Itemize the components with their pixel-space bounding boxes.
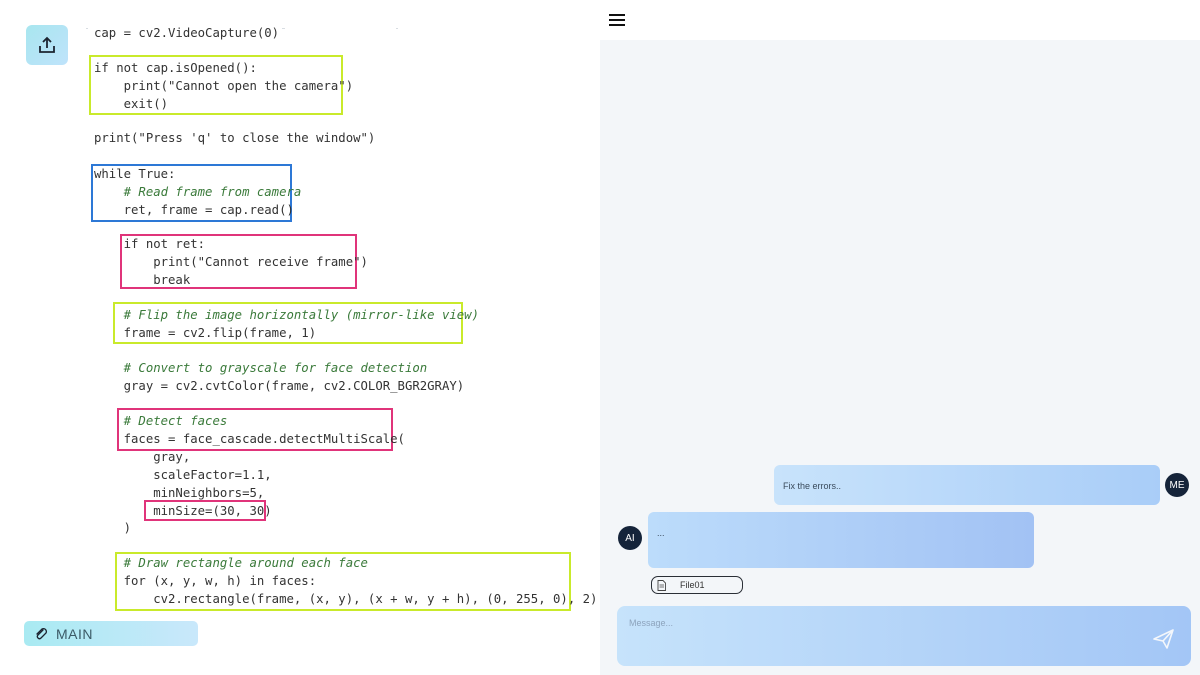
code-line: minNeighbors=5, [94, 486, 265, 500]
left-panel: cap = cv2.VideoCapture(0) if not cap.isO… [0, 0, 600, 675]
chat-header [600, 0, 1200, 40]
code-line: print("Cannot open the camera") [94, 79, 354, 93]
upload-button[interactable] [26, 25, 68, 65]
file-icon [657, 579, 666, 591]
upload-icon [39, 36, 55, 53]
code-line: gray = cv2.cvtColor(frame, cv2.COLOR_BGR… [94, 379, 465, 393]
code-line: if not ret: [94, 237, 206, 251]
hamburger-menu-icon[interactable] [609, 14, 625, 27]
message-input[interactable] [629, 616, 1129, 630]
ai-message-text: ... [657, 528, 665, 538]
code-comment: # Draw rectangle around each face [94, 556, 368, 570]
code-comment: # Flip the image horizontally (mirror-li… [94, 308, 479, 322]
code-line: if not cap.isOpened(): [94, 61, 257, 75]
file-attachment-chip[interactable]: File01 [651, 576, 743, 594]
code-comment: # Convert to grayscale for face detectio… [94, 361, 428, 375]
code-line: while True: [94, 167, 176, 181]
user-message-text: Fix the errors.. [783, 481, 842, 491]
main-tab[interactable]: MAIN [24, 621, 198, 646]
code-line: for (x, y, w, h) in faces: [94, 574, 317, 588]
code-screenshot: cap = cv2.VideoCapture(0) if not cap.isO… [86, 14, 597, 614]
ai-message-bubble: ... [648, 512, 1034, 568]
code-line: exit() [94, 97, 169, 111]
code-line: cap = cv2.VideoCapture(0) [94, 26, 280, 40]
code-line: print("Press 'q' to close the window") [94, 131, 376, 145]
paperclip-icon [36, 627, 48, 639]
send-icon[interactable] [1152, 628, 1176, 650]
code-line: break [94, 273, 191, 287]
code-line: scaleFactor=1.1, [94, 468, 272, 482]
code-line: minSize=(30, 30) [94, 504, 272, 518]
code-line: ) [94, 521, 132, 535]
code-comment: # Detect faces [94, 414, 228, 428]
code-line: faces = face_cascade.detectMultiScale( [94, 432, 405, 446]
user-message-bubble: Fix the errors.. [774, 465, 1160, 505]
code-line: ret, frame = cap.read() [94, 203, 294, 217]
user-avatar: ME [1165, 473, 1189, 497]
code-line: cv2.rectangle(frame, (x, y), (x + w, y +… [94, 592, 598, 606]
code-line: gray, [94, 450, 191, 464]
ai-avatar: AI [618, 526, 642, 550]
chat-panel: Fix the errors.. ME AI ... File01 [600, 0, 1200, 675]
message-composer [617, 606, 1191, 666]
code-line: frame = cv2.flip(frame, 1) [94, 326, 317, 340]
file-name: File01 [680, 580, 705, 590]
main-label: MAIN [56, 625, 93, 642]
code-comment: # Read frame from camera [94, 185, 302, 199]
code-line: print("Cannot receive frame") [94, 255, 368, 269]
